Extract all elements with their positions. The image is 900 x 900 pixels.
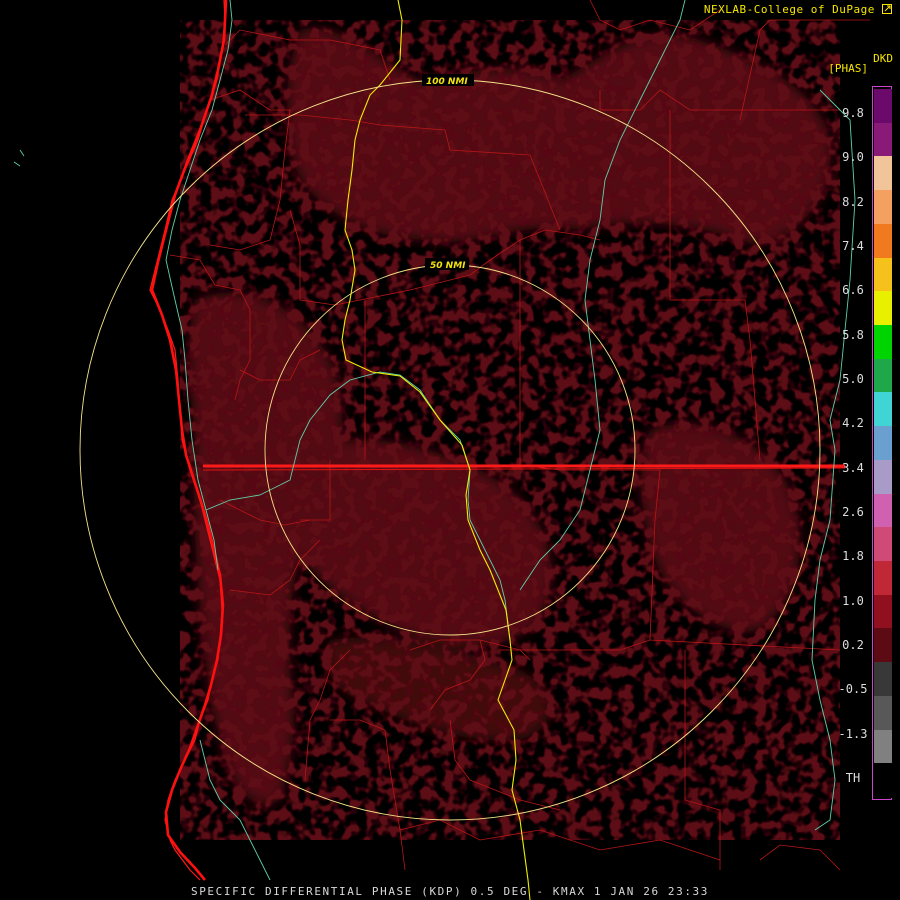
colorbar-swatch [874,493,892,528]
colorbar-tick-label: 7.4 [842,239,864,253]
ring-label-50: 50 NMI [430,261,466,271]
colorbar-tick-label: 9.8 [842,106,864,120]
colorbar-swatch [874,190,892,225]
colorbar-swatch [874,729,892,764]
colorbar-tick-label: 5.8 [842,327,864,342]
legend-product-code: DKD [873,52,893,65]
colorbar [872,86,892,800]
colorbar-tick-label: -1.3 [838,726,868,741]
colorbar-swatch [874,156,892,191]
colorbar-swatch [874,695,892,731]
colorbar-swatch [874,392,892,427]
colorbar-tick-label: 1.0 [842,593,864,608]
colorbar-tick-label: 4.2 [842,416,864,431]
colorbar-swatch [874,426,892,461]
colorbar-tick-label: TH [845,771,861,785]
colorbar-swatch [874,628,892,663]
echo-speckle [180,20,840,840]
colorbar-tick-label: -0.5 [838,682,868,697]
colorbar-swatch [874,89,892,124]
colorbar-tick-label: 9.0 [842,150,864,165]
colorbar-swatch [874,662,892,697]
colorbar-swatch [874,122,892,158]
colorbar-tick-label: 5.0 [842,372,864,386]
credit-text: NEXLAB-College of DuPage [704,3,892,16]
colorbar-tick-label: 0.2 [842,638,864,652]
product-footer: SPECIFIC DIFFERENTIAL PHASE (KDP) 0.5 DE… [190,885,710,898]
credit-label: NEXLAB-College of DuPage [703,3,875,16]
colorbar-swatch [874,459,892,495]
colorbar-swatch [874,325,892,360]
colorbar-tick-label: 3.4 [842,460,864,475]
colorbar-tick-label: 8.2 [842,194,864,209]
colorbar-swatch [874,291,892,326]
external-link-icon[interactable] [882,4,892,14]
colorbar-swatch [874,223,892,259]
colorbar-swatch [874,527,892,562]
colorbar-swatch [874,358,892,394]
ring-label-100: 100 NMI [426,77,468,87]
colorbar-swatch [874,561,892,596]
colorbar-swatch [874,594,892,630]
colorbar-swatch [874,257,892,292]
echo-layer [180,20,840,840]
legend-units: [PHAS] [828,62,868,75]
colorbar-tick-label: 1.8 [842,549,864,564]
radar-map: 50 NMI 100 NMI [13,0,870,900]
colorbar-tick-label: 2.6 [842,505,864,519]
colorbar-swatch [874,763,892,798]
colorbar-tick-label: 6.6 [842,283,864,298]
